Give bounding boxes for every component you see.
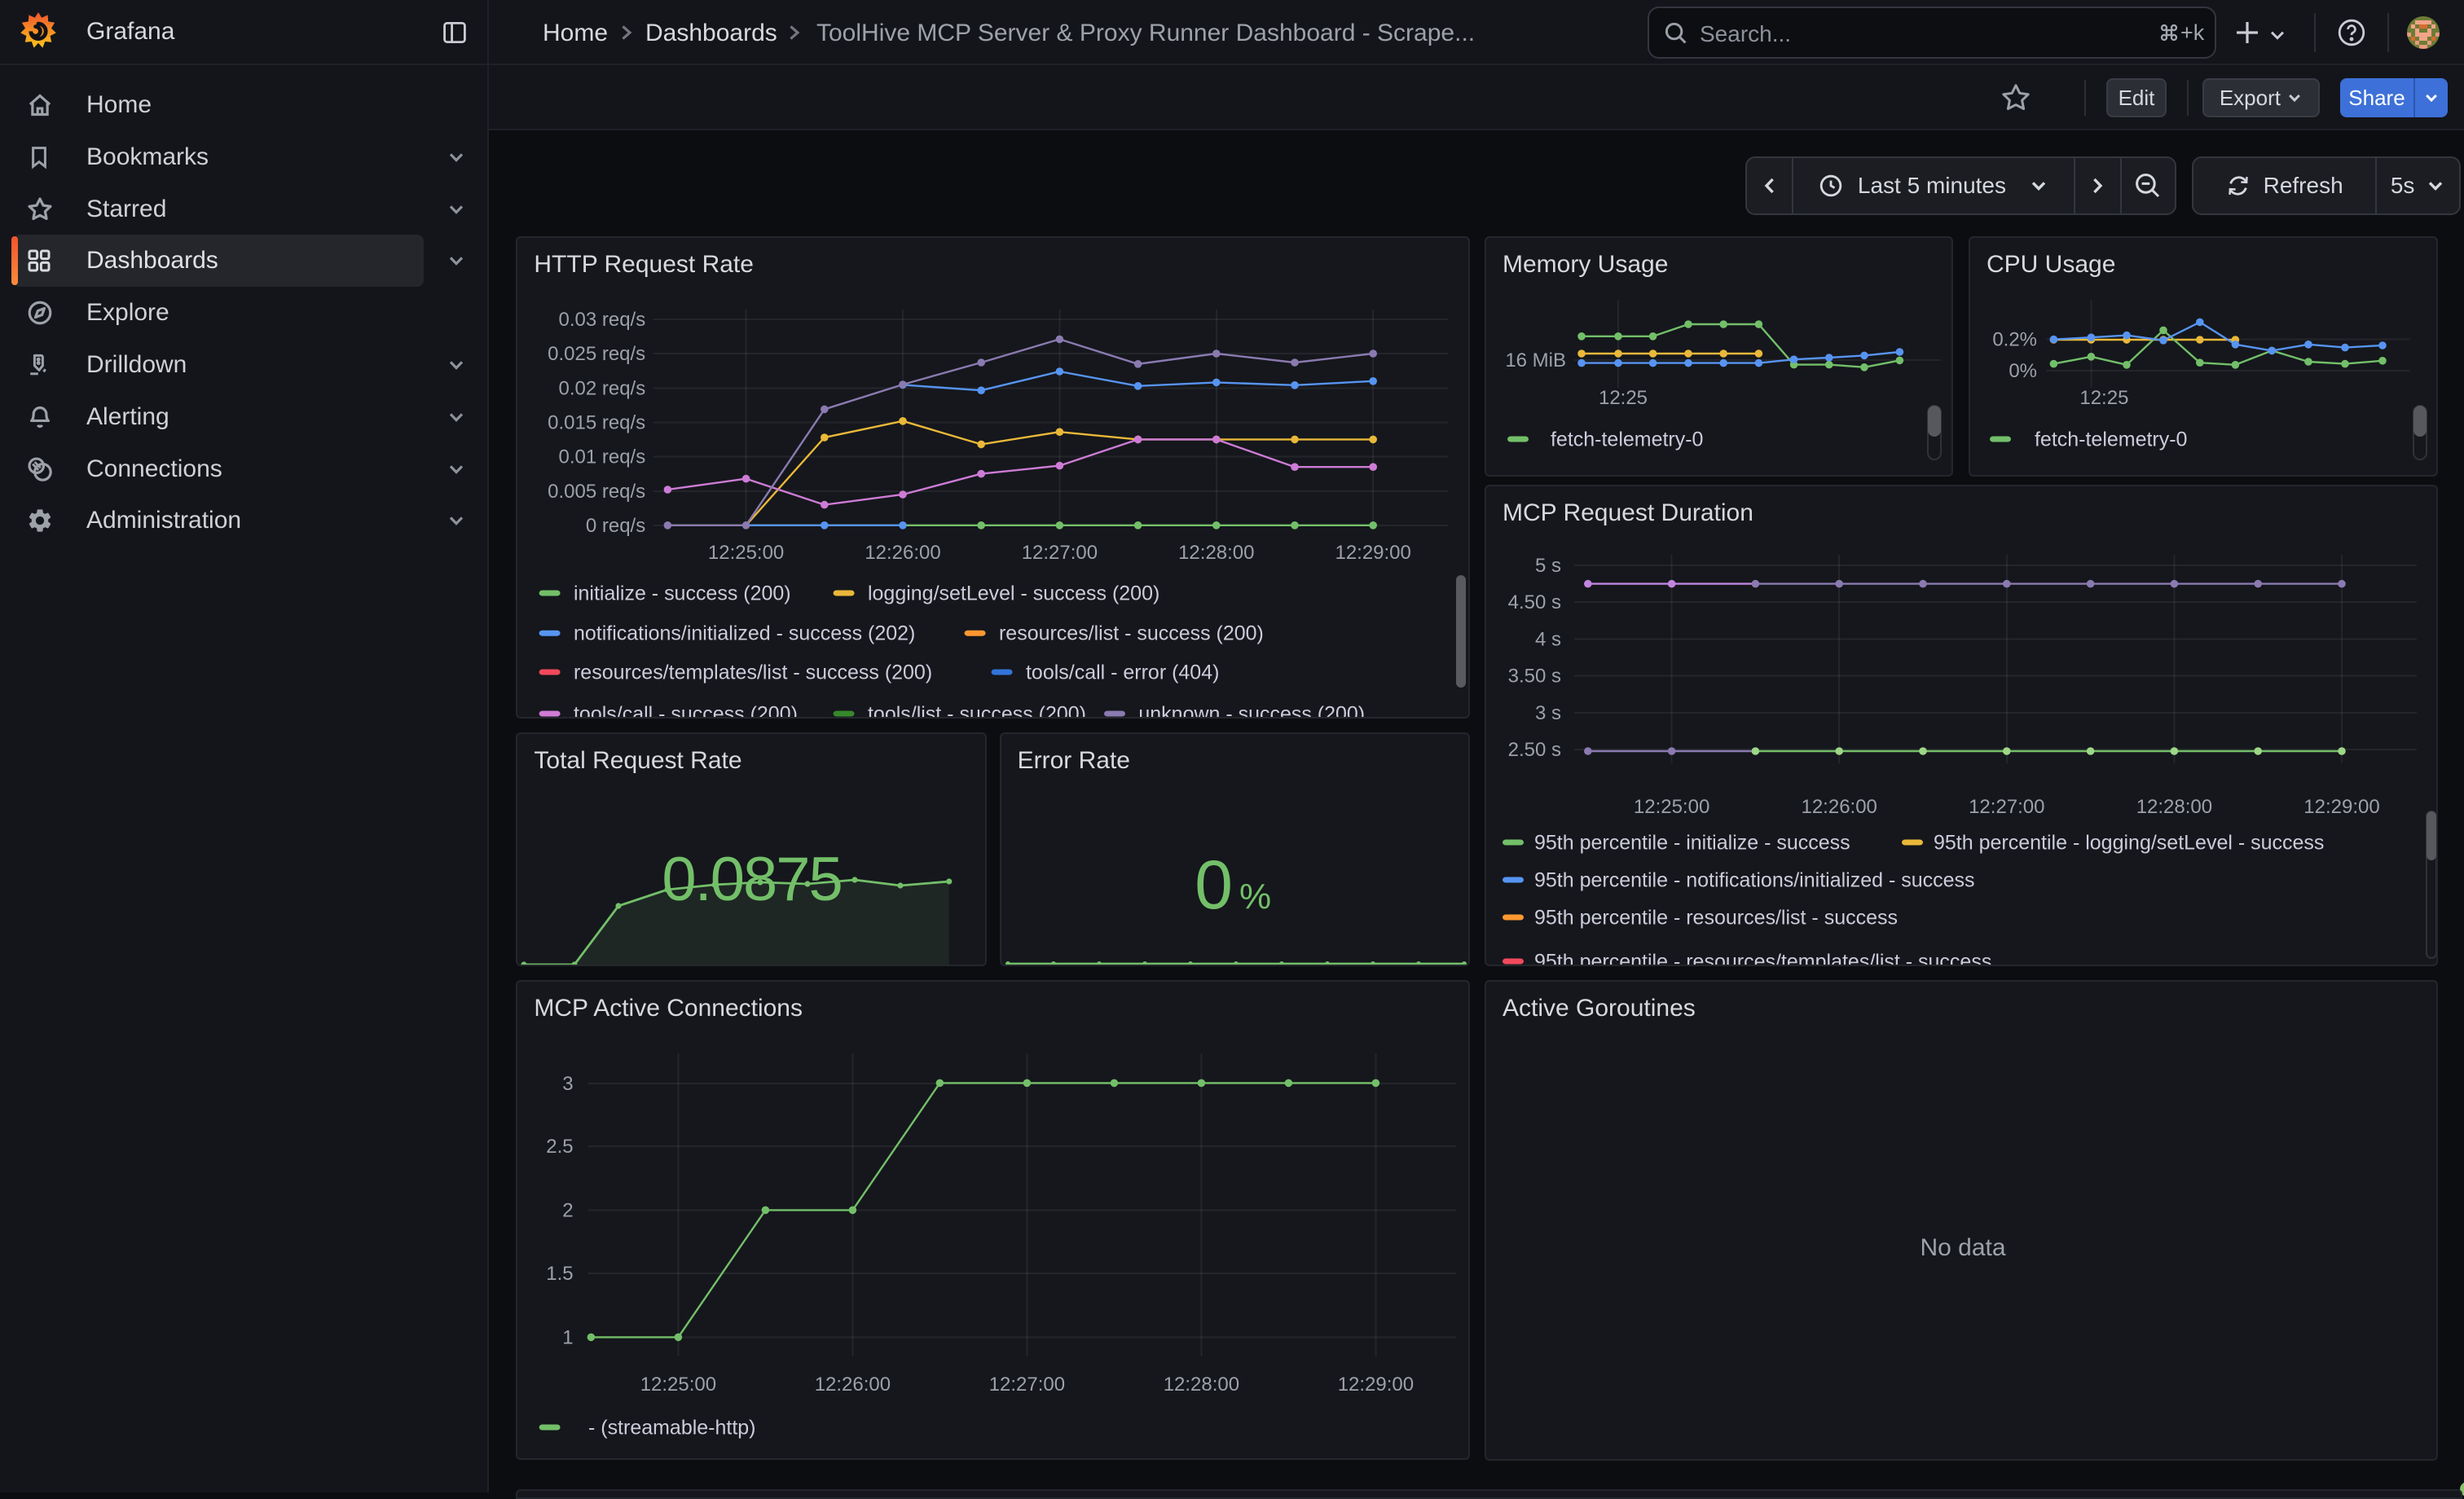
svg-text:0.025 req/s: 0.025 req/s <box>548 343 646 365</box>
svg-text:0.005 req/s: 0.005 req/s <box>548 481 646 503</box>
svg-text:fetch-telemetry-0: fetch-telemetry-0 <box>1551 428 1703 451</box>
svg-text:12:25: 12:25 <box>2079 387 2128 409</box>
svg-text:12:29:00: 12:29:00 <box>2303 796 2379 818</box>
svg-text:tools/call - error (404): tools/call - error (404) <box>1026 661 1219 684</box>
svg-text:12:27:00: 12:27:00 <box>1969 796 2044 818</box>
svg-text:95th percentile - resources/te: 95th percentile - resources/templates/li… <box>1534 950 1991 966</box>
svg-text:unknown - success (200): unknown - success (200) <box>1139 702 1366 718</box>
svg-text:logging/setLevel - success (20: logging/setLevel - success (200) <box>868 582 1159 604</box>
svg-text:2.5: 2.5 <box>547 1136 574 1158</box>
svg-text:95th percentile - resources/li: 95th percentile - resources/list - succe… <box>1534 906 1898 929</box>
svg-text:0%: 0% <box>2009 360 2037 382</box>
svg-text:0.03 req/s: 0.03 req/s <box>559 309 646 331</box>
svg-text:16 MiB: 16 MiB <box>1505 349 1566 371</box>
svg-text:4 s: 4 s <box>1535 628 1561 650</box>
svg-text:0: 0 <box>1195 846 1233 923</box>
svg-text:3 s: 3 s <box>1535 702 1561 724</box>
svg-text:12:28:00: 12:28:00 <box>1178 542 1254 564</box>
svg-text:1.5: 1.5 <box>547 1263 574 1285</box>
svg-text:3: 3 <box>563 1073 574 1095</box>
svg-text:tools/call - success (200): tools/call - success (200) <box>574 702 798 718</box>
svg-text:12:26:00: 12:26:00 <box>865 542 941 564</box>
svg-text:1: 1 <box>563 1326 574 1348</box>
svg-text:- (streamable-http): - (streamable-http) <box>588 1416 756 1439</box>
svg-text:12:26:00: 12:26:00 <box>815 1374 891 1396</box>
svg-text:12:28:00: 12:28:00 <box>2136 796 2212 818</box>
svg-text:0.0875: 0.0875 <box>662 845 842 914</box>
svg-text:fetch-telemetry-0: fetch-telemetry-0 <box>2035 428 2187 451</box>
svg-text:12:29:00: 12:29:00 <box>1335 542 1411 564</box>
svg-text:0.015 req/s: 0.015 req/s <box>548 412 646 434</box>
svg-text:5 s: 5 s <box>1535 555 1561 577</box>
svg-text:12:25:00: 12:25:00 <box>708 542 784 564</box>
svg-text:95th percentile - initialize -: 95th percentile - initialize - success <box>1534 831 1850 854</box>
svg-text:4.50 s: 4.50 s <box>1508 591 1561 613</box>
svg-text:notifications/initialized - su: notifications/initialized - success (202… <box>574 622 915 645</box>
svg-text:95th percentile - logging/setL: 95th percentile - logging/setLevel - suc… <box>1934 831 2324 854</box>
svg-text:resources/templates/list - suc: resources/templates/list - success (200) <box>574 661 932 684</box>
svg-text:3.50 s: 3.50 s <box>1508 666 1561 688</box>
svg-text:12:25: 12:25 <box>1599 387 1648 409</box>
svg-text:0.2%: 0.2% <box>1992 329 2037 351</box>
svg-text:12:27:00: 12:27:00 <box>989 1374 1065 1396</box>
svg-text:%: % <box>1239 877 1271 917</box>
svg-text:2: 2 <box>563 1199 574 1221</box>
svg-text:12:26:00: 12:26:00 <box>1801 796 1877 818</box>
svg-text:12:25:00: 12:25:00 <box>640 1374 716 1396</box>
svg-text:12:27:00: 12:27:00 <box>1022 542 1098 564</box>
svg-text:12:25:00: 12:25:00 <box>1634 796 1709 818</box>
svg-text:tools/list - success (200): tools/list - success (200) <box>868 702 1086 718</box>
svg-text:initialize - success (200): initialize - success (200) <box>574 582 791 604</box>
svg-text:0.01 req/s: 0.01 req/s <box>559 446 646 468</box>
svg-text:12:29:00: 12:29:00 <box>1338 1374 1414 1396</box>
svg-text:resources/list - success (200): resources/list - success (200) <box>999 622 1264 645</box>
svg-text:0.02 req/s: 0.02 req/s <box>559 377 646 399</box>
svg-text:12:28:00: 12:28:00 <box>1164 1374 1239 1396</box>
svg-text:95th percentile - notification: 95th percentile - notifications/initiali… <box>1534 868 1975 891</box>
svg-text:0 req/s: 0 req/s <box>586 515 645 537</box>
svg-text:2.50 s: 2.50 s <box>1508 739 1561 761</box>
